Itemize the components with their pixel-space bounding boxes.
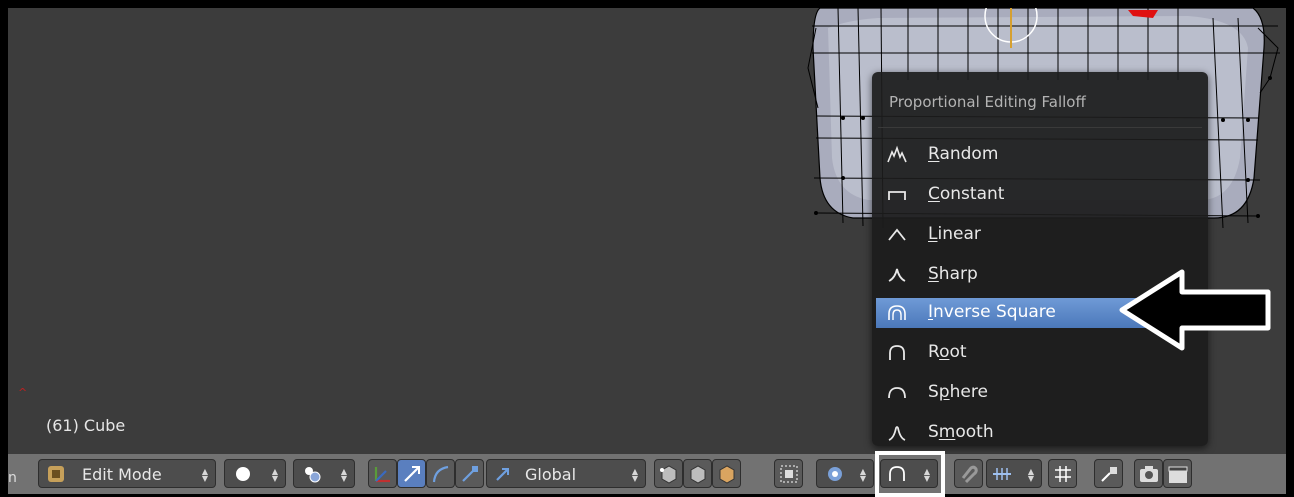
- menu-item-hotkey: o: [939, 342, 950, 362]
- pivot-updown-icon: ▲ ▼: [340, 467, 348, 483]
- rotate-manipulator-button[interactable]: [426, 459, 455, 488]
- vertex-select-icon: [660, 465, 677, 484]
- manipulator-axes-icon: [374, 467, 390, 483]
- random-falloff-icon: [887, 145, 907, 163]
- 3d-view-header: n Edit Mode ▲ ▼ ▲ ▼ ▲ ▼ Global ▲ ▼ ▲ ▼ ▲…: [8, 454, 1286, 494]
- root-falloff-icon: [889, 345, 905, 360]
- highlight-box: [875, 451, 945, 497]
- scale-manipulator-button[interactable]: [455, 459, 484, 488]
- face-select-button[interactable]: [712, 459, 741, 488]
- mode-updown-icon: ▲ ▼: [201, 467, 209, 483]
- shape-arrow-icon: [1101, 467, 1117, 482]
- manipulator-toggle-button[interactable]: [368, 459, 397, 488]
- mode-selector[interactable]: Edit Mode ▲ ▼: [38, 459, 216, 488]
- rotate-arc-icon: [432, 465, 449, 483]
- menu-item-random[interactable]: Random: [876, 140, 1206, 170]
- linear-falloff-icon: [888, 228, 906, 241]
- menu-item-sphere[interactable]: Sphere: [876, 378, 1206, 408]
- axis-indicator: ^: [18, 386, 28, 399]
- menu-item-constant[interactable]: Constant: [876, 180, 1206, 210]
- menu-title: Proportional Editing Falloff: [889, 93, 1086, 111]
- edit-mode-icon: [48, 466, 64, 482]
- vertex-select-button[interactable]: [654, 459, 683, 488]
- translate-arrow-icon: [404, 466, 420, 482]
- snap-increment-icon: [993, 468, 1011, 480]
- viewport-shading-selector[interactable]: ▲ ▼: [224, 459, 286, 488]
- camera-icon: [1140, 466, 1158, 482]
- smooth-falloff-icon: [888, 426, 906, 441]
- pivot-point-icon: [305, 467, 321, 483]
- screenshot-frame: ^ (61) Cube Proportional Editing Falloff…: [0, 0, 1294, 497]
- proportional-updown-icon: ▲ ▼: [859, 467, 867, 483]
- sphere-falloff-icon: [888, 387, 906, 399]
- pointer-arrow-icon: [1119, 269, 1271, 351]
- orientation-updown-icon: ▲ ▼: [631, 467, 639, 483]
- limit-selection-icon: [780, 465, 798, 483]
- menu-separator: [878, 127, 1202, 128]
- translate-manipulator-button[interactable]: [397, 459, 426, 488]
- render-animation-button[interactable]: [1163, 459, 1192, 488]
- render-opengl-button[interactable]: [1134, 459, 1163, 488]
- snap-toggle-button[interactable]: [954, 459, 983, 488]
- edge-select-icon: [690, 465, 706, 484]
- transform-orientation-selector[interactable]: Global ▲ ▼: [486, 459, 646, 488]
- menu-item-hotkey: p: [938, 382, 950, 402]
- limit-selection-button[interactable]: [774, 459, 803, 488]
- menu-item-hotkey: S: [928, 264, 939, 284]
- edge-select-button[interactable]: [683, 459, 712, 488]
- menu-item-linear[interactable]: Linear: [876, 220, 1206, 250]
- object-info-label: (61) Cube: [46, 416, 126, 435]
- grid-snap-icon: [1055, 466, 1071, 482]
- menu-item-smooth[interactable]: Smooth: [876, 418, 1206, 448]
- menu-item-hotkey: m: [938, 422, 956, 442]
- clapperboard-icon: [1168, 466, 1188, 483]
- inverse-square-falloff-icon: [888, 305, 906, 320]
- proportional-editing-icon: [828, 467, 842, 481]
- menu-item-hotkey: R: [928, 144, 940, 164]
- constant-falloff-icon: [888, 191, 906, 200]
- magnet-icon: [961, 465, 978, 484]
- solid-shading-icon: [236, 467, 250, 481]
- header-left-stub: n: [8, 470, 17, 486]
- shading-updown-icon: ▲ ▼: [271, 467, 279, 483]
- orientation-label: Global: [525, 465, 577, 484]
- snap-element-selector[interactable]: ▲ ▼: [986, 459, 1042, 488]
- snap-updown-icon: ▲ ▼: [1027, 467, 1035, 483]
- menu-item-hotkey: C: [928, 184, 940, 204]
- sharp-falloff-icon: [888, 268, 906, 282]
- scale-arrow-icon: [462, 466, 478, 482]
- face-select-icon: [719, 465, 735, 484]
- add-shape-key-button[interactable]: [1094, 459, 1123, 488]
- mode-label: Edit Mode: [82, 465, 162, 484]
- proportional-falloff-menu: Proportional Editing Falloff Random Cons…: [872, 72, 1208, 446]
- snap-target-button[interactable]: [1048, 459, 1077, 488]
- orientation-icon: [496, 468, 509, 481]
- pivot-point-selector[interactable]: ▲ ▼: [293, 459, 355, 488]
- proportional-editing-selector[interactable]: ▲ ▼: [816, 459, 874, 488]
